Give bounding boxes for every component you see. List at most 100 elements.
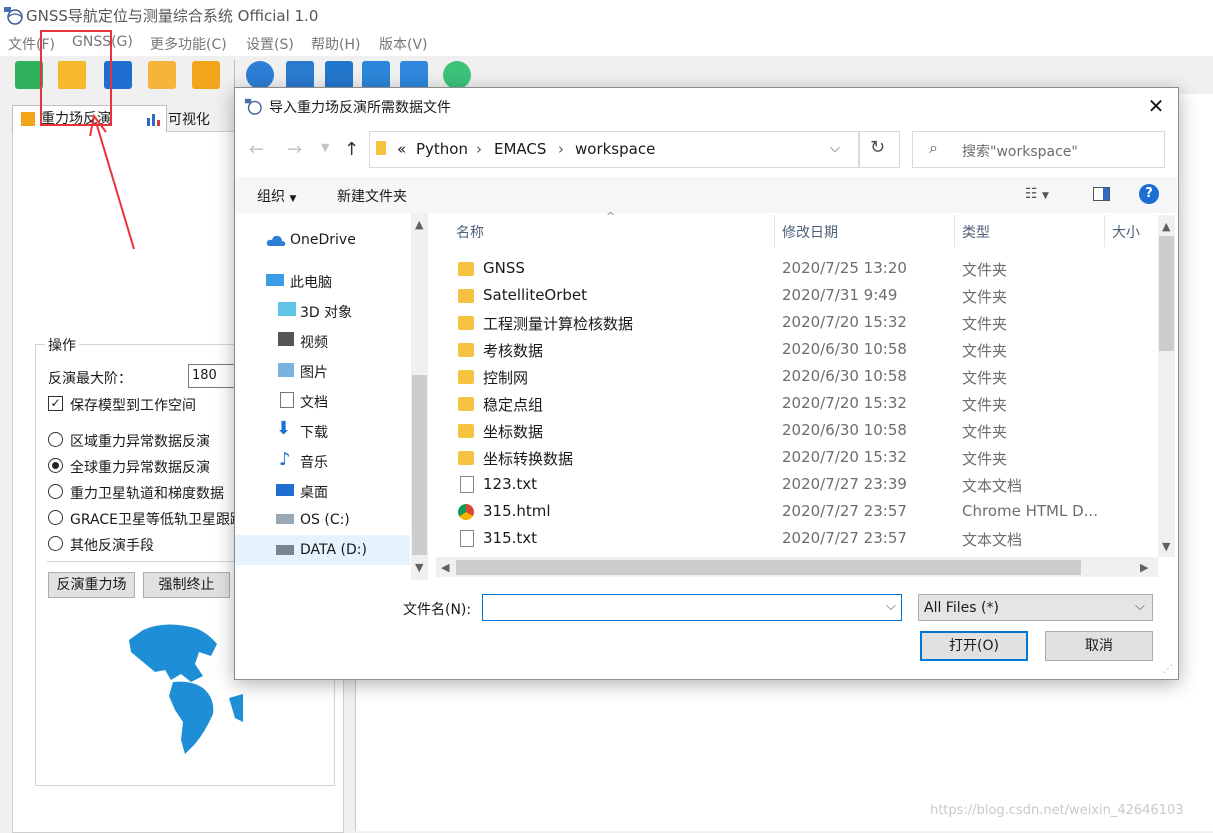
column-header-name[interactable]: 名称 (456, 222, 484, 242)
radio-other-methods[interactable] (48, 536, 63, 551)
file-list-vertical-scrollbar-thumb[interactable] (1159, 236, 1174, 351)
menu-more-functions[interactable]: 更多功能(C) (150, 34, 227, 54)
scroll-down-icon[interactable]: ▼ (415, 561, 423, 574)
max-degree-label: 反演最大阶： (48, 371, 132, 387)
scroll-up-icon[interactable]: ▲ (415, 218, 423, 231)
calendar-icon[interactable] (148, 61, 176, 89)
close-icon[interactable]: ✕ (1146, 96, 1166, 116)
column-header-type[interactable]: 类型 (962, 222, 990, 242)
picture-icon (278, 363, 294, 377)
link-icon[interactable] (400, 61, 428, 89)
open-button[interactable]: 打开(O) (920, 631, 1028, 661)
nav-scrollbar-thumb[interactable] (412, 375, 427, 555)
drive-icon (276, 514, 294, 524)
breadcrumb-emacs[interactable]: EMACS (494, 140, 546, 158)
refresh-button[interactable]: ↻ (858, 131, 900, 168)
scroll-up-icon[interactable]: ▲ (1162, 220, 1170, 233)
annotation-arrow-icon (89, 113, 135, 250)
nav-item-downloads[interactable]: 下载 (300, 422, 328, 442)
file-row[interactable]: 123.txt 2020/7/27 23:39 文本文档 (456, 472, 1156, 499)
recent-locations-chevron-icon[interactable]: ▼ (321, 141, 329, 154)
search-input[interactable]: ⌕ 搜索"workspace" (912, 131, 1165, 168)
cloud-icon (266, 235, 286, 246)
file-row[interactable]: 315.html 2020/7/27 23:57 Chrome HTML D..… (456, 499, 1156, 526)
save-model-label: 保存模型到工作空间 (70, 398, 196, 414)
file-name: 控制网 (483, 369, 529, 387)
new-folder-button[interactable]: 新建文件夹 (337, 186, 407, 206)
menu-help[interactable]: 帮助(H) (311, 34, 360, 54)
back-arrow-icon[interactable]: ← (249, 139, 264, 160)
nav-item-onedrive[interactable]: OneDrive (290, 232, 356, 248)
nav-item-os-c[interactable]: OS (C:) (300, 512, 350, 528)
file-row[interactable]: 稳定点组 2020/7/20 15:32 文件夹 (456, 391, 1156, 418)
nav-item-desktop[interactable]: 桌面 (300, 482, 328, 502)
filename-input[interactable] (482, 594, 902, 621)
file-row[interactable]: 考核数据 2020/6/30 10:58 文件夹 (456, 337, 1156, 364)
layers-icon[interactable] (362, 61, 390, 89)
radio-global-gravity[interactable] (48, 458, 63, 473)
nav-item-3d-objects[interactable]: 3D 对象 (300, 302, 352, 322)
file-row[interactable]: 工程测量计算检核数据 2020/7/20 15:32 文件夹 (456, 310, 1156, 337)
nav-item-pictures[interactable]: 图片 (300, 362, 328, 382)
radio-satellite-orbit[interactable] (48, 484, 63, 499)
menu-settings[interactable]: 设置(S) (246, 34, 294, 54)
view-options-icon[interactable]: ☷ ▼ (1025, 186, 1049, 202)
gear-icon[interactable] (246, 61, 274, 89)
tree-icon[interactable] (325, 61, 353, 89)
file-name: 稳定点组 (483, 396, 544, 414)
file-name: 315.txt (483, 529, 538, 547)
nav-item-videos[interactable]: 视频 (300, 332, 328, 352)
file-row[interactable]: 坐标转换数据 2020/7/20 15:32 文件夹 (456, 445, 1156, 472)
file-type: 文件夹 (962, 342, 1008, 360)
folder-icon (376, 141, 386, 155)
scroll-right-icon[interactable]: ▶ (1140, 561, 1148, 574)
breadcrumb-overflow[interactable]: « (397, 140, 406, 158)
radio-grace-tracking[interactable] (48, 510, 63, 525)
radio-regional-gravity[interactable] (48, 432, 63, 447)
file-date: 2020/7/25 13:20 (782, 259, 907, 277)
scroll-down-icon[interactable]: ▼ (1162, 540, 1170, 553)
chat-icon[interactable] (286, 61, 314, 89)
max-degree-value: 180 (192, 368, 217, 383)
file-type: 文件夹 (962, 396, 1008, 414)
resize-grip-icon[interactable]: ⋰ (1163, 664, 1173, 675)
nav-item-documents[interactable]: 文档 (300, 392, 328, 412)
file-row[interactable]: 315.txt 2020/7/27 23:57 文本文档 (456, 526, 1156, 553)
nav-item-music[interactable]: 音乐 (300, 452, 328, 472)
file-type-filter-value: All Files (*) (924, 600, 999, 616)
scroll-left-icon[interactable]: ◀ (441, 561, 449, 574)
organize-menu-button[interactable]: 组织 ▼ (257, 186, 296, 206)
nav-item-data-d[interactable]: DATA (D:) (300, 542, 367, 558)
breadcrumb-python[interactable]: Python (416, 140, 468, 158)
file-list-horizontal-scrollbar-thumb[interactable] (456, 560, 1081, 575)
file-row[interactable]: 坐标数据 2020/6/30 10:58 文件夹 (456, 418, 1156, 445)
preview-pane-icon[interactable] (1093, 187, 1110, 201)
file-name: SatelliteOrbet (483, 286, 588, 304)
file-row[interactable]: GNSS 2020/7/25 13:20 文件夹 (456, 256, 1156, 283)
file-row[interactable]: 控制网 2020/6/30 10:58 文件夹 (456, 364, 1156, 391)
column-header-date[interactable]: 修改日期 (782, 222, 838, 242)
notes-icon[interactable] (192, 61, 220, 89)
radio-satellite-orbit-label: 重力卫星轨道和梯度数据 (70, 486, 224, 502)
up-arrow-icon[interactable]: ↑ (344, 139, 359, 160)
breadcrumb-workspace[interactable]: workspace (575, 140, 655, 158)
address-dropdown-chevron-icon[interactable]: ⌵ (830, 141, 840, 156)
message-icon[interactable] (443, 61, 471, 89)
column-header-size[interactable]: 大小 (1112, 222, 1140, 242)
file-name: 123.txt (483, 475, 538, 493)
file-row[interactable]: SatelliteOrbet 2020/7/31 9:49 文件夹 (456, 283, 1156, 310)
file-type: 文件夹 (962, 369, 1008, 387)
help-icon[interactable]: ? (1139, 184, 1159, 204)
menu-version[interactable]: 版本(V) (379, 34, 428, 54)
filename-dropdown-chevron-icon[interactable]: ⌵ (886, 599, 896, 614)
operations-group-title: 操作 (45, 335, 79, 355)
radio-other-methods-label: 其他反演手段 (70, 538, 154, 554)
invert-gravity-button[interactable]: 反演重力场 (48, 572, 135, 598)
file-type-filter[interactable]: All Files (*) ⌵ (918, 594, 1153, 621)
cancel-button[interactable]: 取消 (1045, 631, 1153, 661)
nav-item-this-pc[interactable]: 此电脑 (290, 272, 332, 292)
save-model-checkbox[interactable]: ✓ (48, 396, 63, 411)
forward-arrow-icon[interactable]: → (287, 139, 302, 160)
new-file-icon[interactable] (15, 61, 43, 89)
force-stop-button[interactable]: 强制终止 (143, 572, 230, 598)
